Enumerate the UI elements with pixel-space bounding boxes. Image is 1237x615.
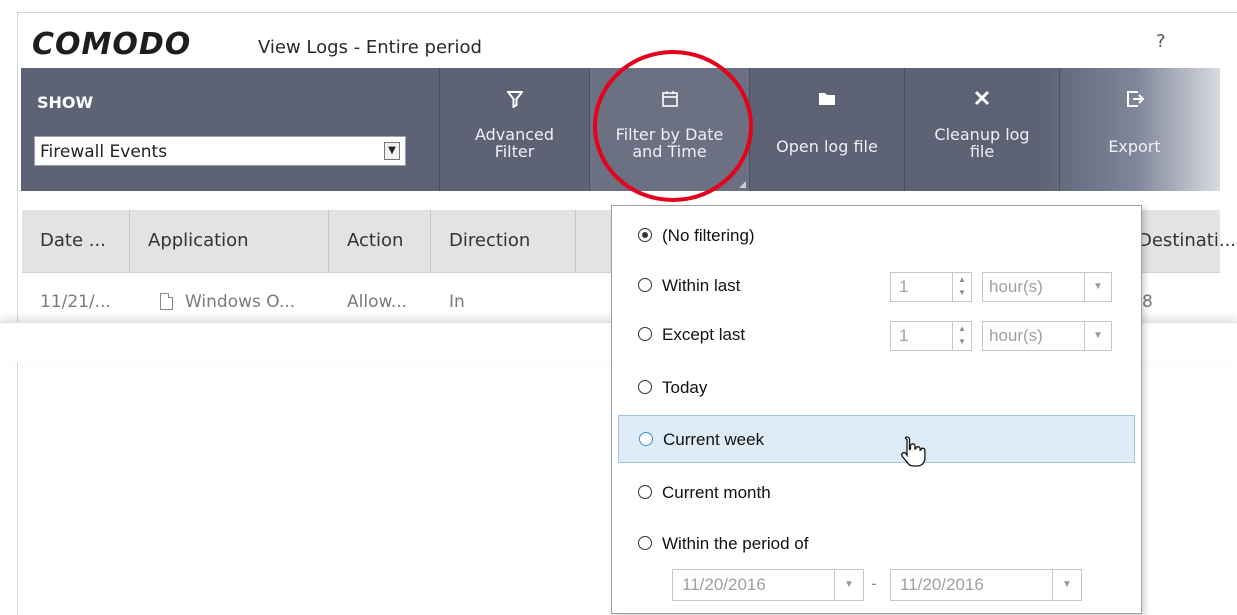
toolbar: SHOW Firewall Events ▼ Advanced Filter F… [21, 68, 1220, 191]
column-header-direction[interactable]: Direction [431, 210, 576, 272]
filter-by-date-label-1: Filter by Date [615, 125, 724, 144]
within-last-unit-select[interactable]: hour(s) ▼ [982, 272, 1112, 302]
file-icon [160, 293, 173, 310]
advanced-filter-button[interactable]: Advanced Filter [439, 68, 589, 191]
radio-icon[interactable] [638, 278, 652, 292]
stepper-arrows-icon[interactable]: ▲ ▼ [952, 273, 971, 301]
option-except-last[interactable]: Except last 1 ▲ ▼ hour(s) ▼ [618, 311, 1135, 359]
radio-icon[interactable] [638, 327, 652, 341]
chevron-down-icon[interactable]: ▼ [1084, 273, 1111, 301]
period-date-range: 11/20/2016 ▼ - 11/20/2016 ▼ [672, 569, 1132, 603]
radio-icon[interactable] [638, 536, 652, 550]
open-log-file-label: Open log file [776, 137, 878, 156]
option-today[interactable]: Today [618, 364, 1135, 412]
close-x-icon [905, 90, 1059, 111]
advanced-filter-label-1: Advanced [474, 125, 555, 144]
cleanup-label-1: Cleanup log [934, 125, 1030, 144]
from-date-value: 11/20/2016 [682, 575, 766, 594]
show-select-value: Firewall Events [40, 142, 168, 162]
help-button[interactable]: ? [1156, 31, 1166, 52]
calendar-icon [590, 90, 749, 113]
chevron-down-icon[interactable]: ▼ [1084, 322, 1111, 350]
option-label: Current week [663, 430, 765, 449]
option-within-last[interactable]: Within last 1 ▲ ▼ hour(s) ▼ [618, 262, 1135, 310]
column-header-action[interactable]: Action [329, 210, 431, 272]
radio-icon[interactable] [638, 485, 652, 499]
cleanup-log-file-button[interactable]: Cleanup log file [904, 68, 1059, 191]
menu-caret-icon [739, 181, 746, 188]
chevron-down-icon[interactable]: ▼ [834, 570, 863, 600]
radio-icon[interactable] [638, 380, 652, 394]
period-from-date-picker[interactable]: 11/20/2016 ▼ [672, 569, 864, 601]
show-log-type-select[interactable]: Firewall Events ▼ [34, 136, 406, 166]
column-header-date[interactable]: Date ... [22, 210, 130, 272]
column-header-application[interactable]: Application [130, 210, 329, 272]
date-range-separator: - [871, 574, 877, 593]
option-label: Except last [662, 325, 746, 344]
hand-pointer-cursor-icon [897, 434, 927, 476]
option-label: Today [662, 378, 708, 397]
option-current-month[interactable]: Current month [618, 469, 1135, 517]
export-button[interactable]: Export [1059, 68, 1209, 191]
export-label: Export [1108, 137, 1161, 156]
folder-icon [750, 90, 904, 111]
date-filter-menu: (No filtering) Within last 1 ▲ ▼ hour(s) … [611, 205, 1142, 614]
advanced-filter-label-2: Filter [494, 142, 535, 161]
period-to-date-picker[interactable]: 11/20/2016 ▼ [890, 569, 1082, 601]
radio-selected-icon[interactable] [638, 228, 652, 242]
stepper-value: 1 [899, 277, 909, 296]
dropdown-arrow-icon[interactable]: ▼ [384, 142, 400, 160]
cleanup-label-2: file [969, 142, 995, 161]
chevron-down-icon[interactable]: ▼ [1052, 570, 1081, 600]
unit-value: hour(s) [989, 277, 1043, 296]
window-title: View Logs - Entire period [258, 37, 482, 58]
comodo-logo: COMODO [32, 27, 192, 62]
option-within-period[interactable]: Within the period of [618, 520, 1135, 568]
open-log-file-button[interactable]: Open log file [749, 68, 904, 191]
unit-value: hour(s) [989, 326, 1043, 345]
filter-by-date-label-2: and Time [632, 142, 707, 161]
stepper-value: 1 [899, 326, 909, 345]
option-no-filtering[interactable]: (No filtering) [618, 212, 1135, 260]
to-date-value: 11/20/2016 [900, 575, 984, 594]
option-current-week[interactable]: Current week [618, 415, 1135, 463]
radio-icon[interactable] [639, 432, 653, 446]
option-label: Within last [662, 276, 741, 295]
export-icon [1060, 90, 1209, 113]
except-last-unit-select[interactable]: hour(s) ▼ [982, 321, 1112, 351]
except-last-number-stepper[interactable]: 1 ▲ ▼ [890, 321, 972, 351]
option-label: Within the period of [662, 534, 809, 553]
option-label: Current month [662, 483, 771, 502]
within-last-number-stepper[interactable]: 1 ▲ ▼ [890, 272, 972, 302]
filter-by-date-button[interactable]: Filter by Date and Time [589, 68, 749, 191]
filter-funnel-icon [440, 90, 589, 113]
show-label: SHOW [37, 93, 94, 112]
option-label: (No filtering) [662, 226, 755, 245]
cell-application: Windows O... [185, 292, 296, 312]
stepper-arrows-icon[interactable]: ▲ ▼ [952, 322, 971, 350]
